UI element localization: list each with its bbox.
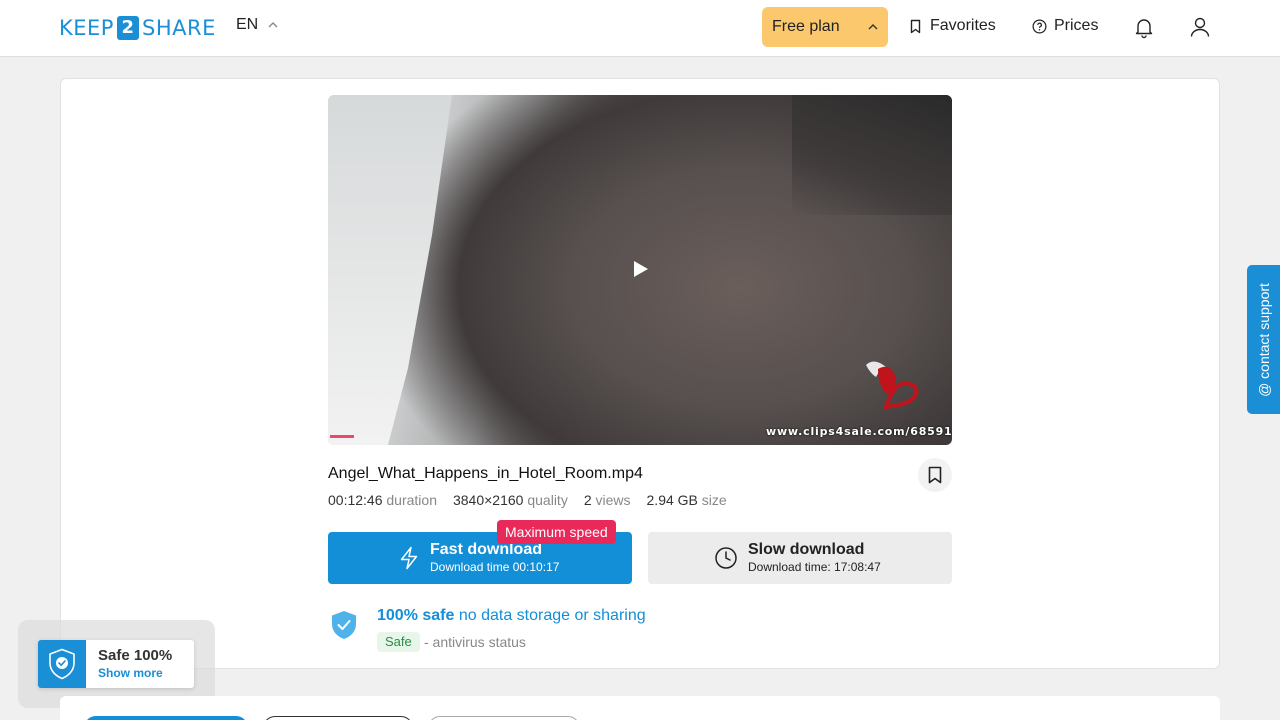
meta-duration: 00:12:46 duration xyxy=(328,492,437,508)
show-more-link[interactable]: Show more xyxy=(98,666,172,680)
maximum-speed-badge: Maximum speed xyxy=(497,520,616,544)
safety-statement: 100% safe no data storage or sharing xyxy=(377,607,646,625)
tab-secondary[interactable] xyxy=(263,716,413,720)
antivirus-status-label: - antivirus status xyxy=(424,634,526,650)
safe-widget-title: Safe 100% xyxy=(98,647,173,664)
safety-bold: 100% safe xyxy=(377,607,455,624)
bell-icon[interactable] xyxy=(1132,15,1156,39)
quality-label: quality xyxy=(527,492,568,508)
slow-download-text: Slow download Download time: 17:08:47 xyxy=(748,541,881,575)
watermark-logo-icon xyxy=(866,361,919,410)
tab-primary[interactable] xyxy=(84,716,248,720)
antivirus-safe-badge: Safe xyxy=(377,632,420,652)
video-frame-shadow xyxy=(792,95,952,215)
add-to-favorites-button[interactable] xyxy=(918,458,952,492)
slow-download-button[interactable]: Slow download Download time: 17:08:47 xyxy=(648,532,952,584)
prices-link[interactable]: Prices xyxy=(1032,17,1098,35)
video-progress-indicator xyxy=(330,435,354,438)
safe-widget-badge xyxy=(38,640,86,688)
favorites-label: Favorites xyxy=(930,17,996,34)
clock-icon xyxy=(715,547,737,569)
bookmark-icon xyxy=(910,19,921,33)
meta-views: 2 views xyxy=(584,492,631,508)
user-icon[interactable] xyxy=(1188,15,1212,39)
play-icon[interactable] xyxy=(634,261,648,277)
logo-text-keep: KEEP xyxy=(59,16,114,40)
video-frame-background xyxy=(328,95,452,445)
quality-value: 3840×2160 xyxy=(452,492,524,508)
bookmark-icon xyxy=(928,466,942,484)
video-player[interactable]: www.clips4sale.com/68591 xyxy=(328,95,952,445)
chevron-up-icon xyxy=(868,24,878,30)
size-value: 2.94 GB xyxy=(646,492,698,508)
safe-widget-text: Safe 100% Show more xyxy=(86,640,172,688)
meta-size: 2.94 GB size xyxy=(647,492,727,508)
free-plan-button[interactable]: Free plan xyxy=(762,7,888,47)
contact-support-tab[interactable]: @ contact support xyxy=(1247,265,1280,414)
favorites-link[interactable]: Favorites xyxy=(908,17,996,35)
slow-download-time: Download time: 17:08:47 xyxy=(748,560,881,574)
lightning-icon xyxy=(400,546,418,570)
safe-widget[interactable]: Safe 100% Show more xyxy=(38,640,194,688)
duration-label: duration xyxy=(386,492,437,508)
duration-value: 00:12:46 xyxy=(328,492,383,508)
language-label: EN xyxy=(236,16,259,33)
keep2share-logo[interactable]: KEEP 2 SHARE xyxy=(59,15,216,41)
shield-check-icon xyxy=(332,611,356,639)
question-circle-icon xyxy=(1032,19,1047,33)
shield-check-icon xyxy=(49,648,75,680)
slow-download-label: Slow download xyxy=(748,541,865,558)
top-header: KEEP 2 SHARE EN Free plan Favorites Pric… xyxy=(0,0,1280,57)
fast-download-time: Download time 00:10:17 xyxy=(430,560,560,574)
views-value: 2 xyxy=(583,492,592,508)
file-name: Angel_What_Happens_in_Hotel_Room.mp4 xyxy=(328,465,643,482)
size-label: size xyxy=(701,492,727,508)
chevron-up-icon xyxy=(268,22,278,28)
contact-support-label: @ contact support xyxy=(1255,282,1272,397)
free-plan-label: Free plan xyxy=(772,18,840,35)
watermark-url: www.clips4sale.com/68591 xyxy=(766,425,952,438)
tab-tertiary[interactable] xyxy=(428,716,580,720)
safety-text: no data storage or sharing xyxy=(458,607,646,624)
logo-text-2: 2 xyxy=(116,16,139,40)
file-meta: 00:12:46 duration 3840×2160 quality 2 vi… xyxy=(328,492,727,508)
meta-quality: 3840×2160 quality xyxy=(453,492,568,508)
prices-label: Prices xyxy=(1054,17,1099,34)
views-label: views xyxy=(595,492,631,508)
fast-download-text: Fast download Download time 00:10:17 xyxy=(430,541,559,575)
language-selector[interactable]: EN xyxy=(236,16,278,34)
logo-text-share: SHARE xyxy=(141,16,216,40)
